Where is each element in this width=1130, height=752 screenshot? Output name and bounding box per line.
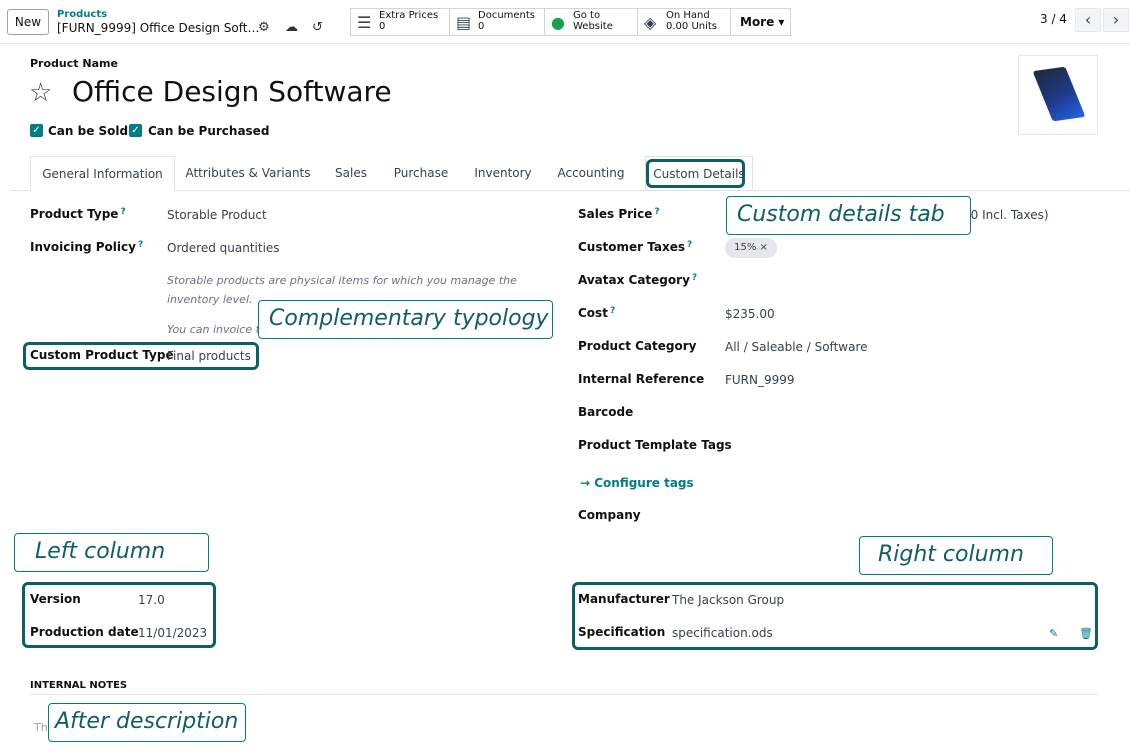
star-icon[interactable]: ☆: [29, 78, 52, 108]
sales-price-incl-taxes: )0 Incl. Taxes): [966, 208, 1049, 222]
product-image[interactable]: [1018, 55, 1098, 135]
label-text: Sales Price: [578, 207, 653, 221]
control-panel: New Products [FURN_9999] Office Design S…: [0, 0, 1130, 44]
label-text: Invoicing Policy: [30, 240, 136, 254]
help-icon[interactable]: ?: [610, 306, 615, 316]
callout-right-column: Right column: [859, 536, 1053, 575]
company-label: Company: [578, 508, 641, 522]
extra-prices-button[interactable]: ☰ Extra Prices 0: [350, 8, 450, 36]
product-type-field[interactable]: Storable Product: [167, 208, 267, 222]
can-be-purchased-checkbox[interactable]: ✓: [129, 124, 142, 137]
cubes-icon: ◈: [644, 13, 657, 32]
more-button[interactable]: More ▾: [730, 8, 791, 36]
tab-sales[interactable]: Sales: [321, 156, 381, 191]
smart-value: 0: [478, 21, 485, 32]
list-icon: ☰: [357, 13, 372, 32]
internal-notes-label: INTERNAL NOTES: [30, 680, 128, 691]
tab-attributes-variants[interactable]: Attributes & Variants: [175, 156, 321, 191]
product-category-field[interactable]: All / Saleable / Software: [725, 340, 868, 354]
customer-taxes-label: Customer Taxes?: [578, 240, 692, 254]
tab-purchase[interactable]: Purchase: [381, 156, 461, 191]
go-to-website-button[interactable]: ● Go to Website: [544, 8, 638, 36]
smart-label: On Hand: [666, 10, 710, 21]
callout-custom-details-tab: Custom details tab: [726, 196, 971, 235]
sales-price-label: Sales Price?: [578, 207, 660, 221]
software-box-image: [1032, 66, 1086, 122]
barcode-label: Barcode: [578, 405, 634, 419]
tab-inventory[interactable]: Inventory: [461, 156, 545, 191]
highlight-left-column: [22, 582, 216, 648]
product-type-label: Product Type?: [30, 207, 126, 221]
callout-left-column: Left column: [14, 533, 209, 572]
smart-label: Extra Prices: [379, 10, 439, 21]
highlight-custom-product-type: [23, 342, 259, 370]
invoicing-policy-field[interactable]: Ordered quantities: [167, 241, 280, 255]
configure-tags-link[interactable]: → Configure tags: [580, 476, 694, 490]
smart-label: Go to: [573, 10, 601, 21]
help-icon[interactable]: ?: [654, 207, 659, 217]
help-icon[interactable]: ?: [138, 240, 143, 250]
can-be-sold-label: Can be Sold: [48, 124, 129, 138]
product-category-label: Product Category: [578, 339, 697, 353]
smart-label: Documents: [478, 10, 536, 21]
cloud-save-icon[interactable]: ☁: [285, 20, 298, 35]
internal-reference-label: Internal Reference: [578, 372, 705, 386]
can-be-purchased-label: Can be Purchased: [148, 124, 270, 138]
highlight-right-column: [572, 582, 1098, 650]
help-icon[interactable]: ?: [692, 273, 697, 283]
label-text: Cost: [578, 306, 608, 320]
gear-icon[interactable]: ⚙: [258, 20, 270, 35]
cost-field[interactable]: $235.00: [725, 307, 775, 321]
internal-reference-field[interactable]: FURN_9999: [725, 373, 795, 387]
help-icon[interactable]: ?: [120, 207, 125, 217]
documents-button[interactable]: ▤ Documents 0: [449, 8, 545, 36]
discard-icon[interactable]: ↺: [312, 20, 323, 35]
label-text: Avatax Category: [578, 273, 690, 287]
highlight-custom-details-tab: [646, 159, 745, 188]
product-name-label: Product Name: [30, 57, 118, 70]
pager-value[interactable]: 3 / 4: [1040, 12, 1067, 26]
label-text: Customer Taxes: [578, 240, 685, 254]
product-name-field[interactable]: Office Design Software: [72, 75, 392, 108]
document-icon: ▤: [456, 13, 472, 32]
on-hand-button[interactable]: ◈ On Hand 0.00 Units: [637, 8, 731, 36]
product-template-tags-label: Product Template Tags: [578, 438, 732, 452]
tax-tag[interactable]: 15% ×: [725, 238, 777, 258]
chevron-left-icon[interactable]: ‹: [1075, 8, 1101, 32]
label-text: Product Type: [30, 207, 119, 221]
tab-accounting[interactable]: Accounting: [545, 156, 637, 191]
tab-general-information[interactable]: General Information: [30, 156, 175, 191]
notes-divider: [30, 694, 1098, 695]
smart-value: Website: [573, 21, 613, 32]
breadcrumb-products[interactable]: Products: [57, 9, 107, 20]
smart-value: 0: [379, 21, 386, 32]
new-button[interactable]: New: [7, 9, 49, 35]
smart-value: 0.00 Units: [666, 21, 718, 32]
cost-label: Cost?: [578, 306, 615, 320]
avatax-category-label: Avatax Category?: [578, 273, 697, 287]
breadcrumb-current: [FURN_9999] Office Design Soft…: [57, 21, 260, 35]
invoicing-policy-label: Invoicing Policy?: [30, 240, 143, 254]
help-icon[interactable]: ?: [687, 240, 692, 250]
globe-icon: ●: [551, 13, 565, 32]
chevron-right-icon[interactable]: ›: [1103, 8, 1129, 32]
callout-after-description: After description: [48, 703, 246, 742]
can-be-sold-checkbox[interactable]: ✓: [30, 124, 43, 137]
callout-complementary-typology: Complementary typology: [258, 300, 553, 339]
